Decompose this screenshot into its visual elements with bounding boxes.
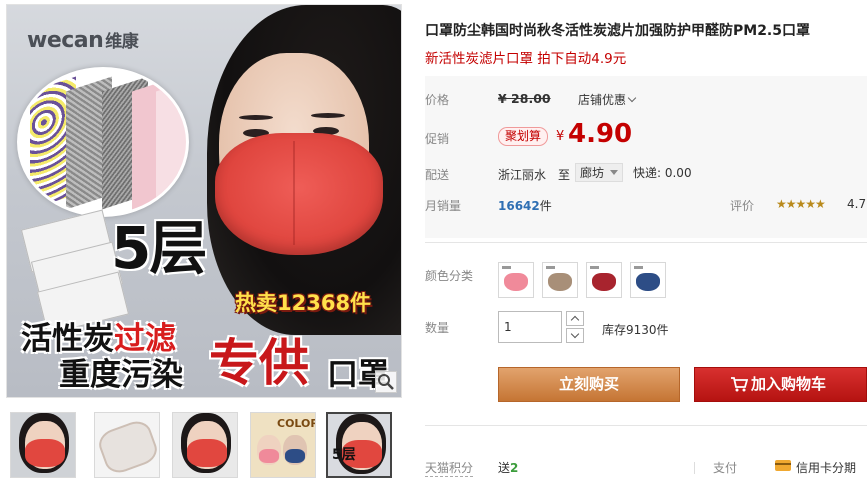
dropdown-arrow-icon [610, 170, 619, 175]
swatch-mask [504, 273, 528, 291]
swatch-tag [546, 266, 555, 269]
monthly-sales: 16642件 [498, 197, 552, 214]
section-divider [425, 242, 867, 243]
color-swatch-red[interactable] [586, 262, 622, 298]
thumbnail-2[interactable] [94, 412, 160, 478]
buy-now-button[interactable]: 立刻购买 [498, 367, 680, 402]
thumbnail-label-color: COLOR [277, 417, 316, 430]
cart-icon [731, 377, 748, 392]
eyebrow-left [239, 115, 273, 120]
swatch-mask [636, 273, 660, 291]
quantity-label: 数量 [425, 321, 450, 335]
credit-installment-link[interactable]: 信用卡分期 [796, 459, 856, 476]
thumbnail-mask-flat [97, 419, 159, 475]
thumbnail-label-layers: 5层 [332, 447, 356, 463]
monthly-sales-label: 月销量 [425, 199, 462, 213]
thumbnail-mask [187, 439, 227, 467]
magnifier-icon[interactable] [375, 371, 397, 393]
express-fee: 快递: 0.00 [633, 166, 692, 180]
stock-text: 库存9130件 [602, 323, 669, 337]
store-discount-dropdown[interactable]: 店铺优惠 [578, 91, 637, 108]
layers-text: 5层 [111, 214, 207, 282]
rating-stars: ★★★★★ [776, 197, 826, 211]
color-swatch-pink[interactable] [498, 262, 534, 298]
points-gift-prefix: 送 [498, 461, 511, 475]
filter-layer-5 [156, 76, 186, 210]
swatch-tag [502, 266, 511, 269]
quantity-increase-button[interactable] [566, 311, 584, 326]
rating-score: 4.7 [847, 197, 867, 211]
add-to-cart-button[interactable]: 加入购物车 [694, 367, 867, 402]
hot-sale-text: 热卖12368件 [235, 291, 372, 315]
ship-to-word: 至 [558, 168, 571, 182]
tmall-points-label[interactable]: 天猫积分 [425, 459, 474, 477]
thumbnail-1[interactable] [10, 412, 76, 478]
price-label: 价格 [425, 93, 450, 107]
swatch-mask [548, 273, 572, 291]
color-swatch-khaki[interactable] [542, 262, 578, 298]
quantity-input[interactable]: 1 [498, 311, 562, 343]
red-face-mask [215, 133, 383, 255]
payment-label: 支付 [713, 461, 738, 475]
promo-line-2-start: 重度污染 [59, 357, 183, 393]
currency-symbol: ¥ [556, 129, 565, 144]
monthly-sales-count: 16642 [498, 199, 540, 213]
thumbnail-mask [259, 449, 279, 463]
thumbnail-mask [285, 449, 305, 463]
promo-label: 促销 [425, 132, 450, 146]
promo-line-2-red: 专供 [209, 334, 309, 392]
color-label: 颜色分类 [425, 269, 474, 283]
monthly-sales-unit: 件 [539, 199, 552, 213]
points-gift-value: 2 [510, 461, 519, 475]
add-to-cart-label: 加入购物车 [751, 375, 827, 393]
swatch-tag [590, 266, 599, 269]
brand-logo-cn: 维康 [105, 32, 139, 52]
ship-city-value: 廊坊 [580, 166, 605, 180]
filter-layers-diagram [17, 67, 189, 217]
shipping-label: 配送 [425, 168, 450, 182]
thumbnail-5-selected[interactable]: 5层 [326, 412, 392, 478]
product-title: 口罩防尘韩国时尚秋冬活性炭滤片加强防护甲醛防PM2.5口罩 [425, 23, 810, 39]
section-divider [425, 425, 867, 426]
thumbnail-4[interactable]: COLOR [250, 412, 316, 478]
thumbnail-mask [25, 439, 65, 467]
chevron-down-icon [627, 93, 637, 103]
brand-logo-en: wecan [27, 28, 104, 53]
quantity-decrease-button[interactable] [566, 328, 584, 343]
eyebrow-right [311, 113, 345, 118]
vertical-separator [694, 462, 695, 474]
swatch-tag [634, 266, 643, 269]
thumbnail-3[interactable] [172, 412, 238, 478]
store-discount-label: 店铺优惠 [578, 93, 627, 107]
review-label: 评价 [730, 199, 755, 213]
brand-logo: wecan 维康 [27, 27, 139, 53]
ship-city-select[interactable]: 廊坊 [575, 163, 624, 182]
points-gift: 送2 [498, 459, 518, 476]
main-product-image[interactable]: wecan 维康 5层 热卖12368件 活性炭过滤 重度污染 专供 口罩 [6, 4, 402, 398]
credit-card-icon [775, 460, 791, 471]
color-swatch-navy[interactable] [630, 262, 666, 298]
product-subtitle: 新活性炭滤片口罩 拍下自动4.9元 [425, 51, 627, 67]
promo-price: 4.90 [568, 119, 633, 149]
swatch-mask [592, 273, 616, 291]
ship-from: 浙江丽水 [498, 168, 547, 182]
thumbnail-strip: COLOR 5层 [6, 402, 402, 484]
promo-badge: 聚划算 [498, 127, 549, 146]
original-price: ¥ 28.00 [498, 91, 551, 106]
price-panel: 价格 ¥ 28.00 店铺优惠 促销 聚划算 ¥ 4.90 配送 浙江丽水 至 … [425, 76, 867, 238]
